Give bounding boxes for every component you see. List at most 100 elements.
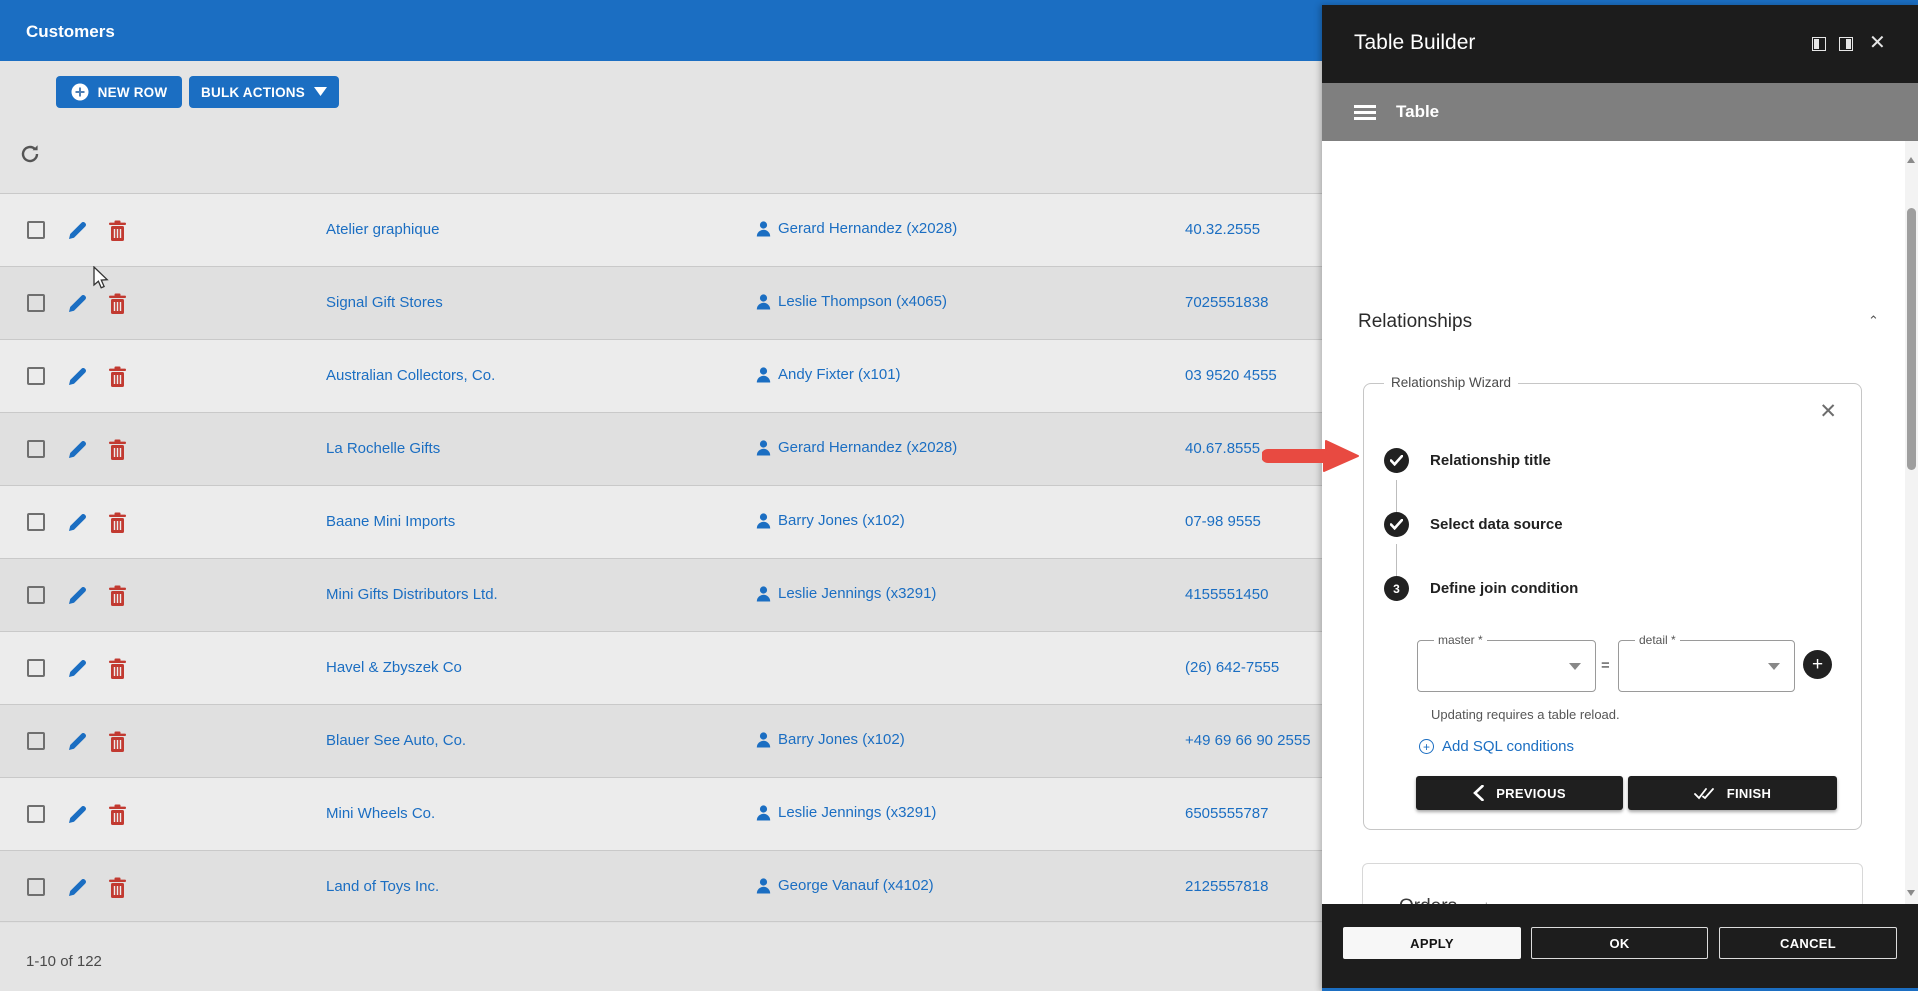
- company-link[interactable]: Blauer See Auto, Co.: [326, 732, 466, 749]
- edit-row-button[interactable]: [66, 439, 88, 461]
- row-checkbox[interactable]: [27, 878, 45, 896]
- edit-row-button[interactable]: [66, 293, 88, 315]
- plus-circle-icon: [71, 83, 89, 101]
- delete-row-button[interactable]: [106, 658, 128, 680]
- scroll-down-icon[interactable]: [1907, 890, 1915, 896]
- manager-cell[interactable]: George Vanauf (x4102): [756, 877, 934, 894]
- apply-button[interactable]: APPLY: [1343, 927, 1521, 959]
- dialog-titlebar[interactable]: Table Builder ✕: [1322, 5, 1918, 83]
- ok-button[interactable]: OK: [1531, 927, 1708, 959]
- chevron-down-icon: [1569, 663, 1581, 670]
- add-sql-conditions-link[interactable]: + Add SQL conditions: [1419, 738, 1574, 755]
- circle-plus-icon: +: [1419, 739, 1434, 754]
- wizard-step-3[interactable]: 3 Define join condition: [1384, 576, 1578, 601]
- manager-cell[interactable]: Andy Fixter (x101): [756, 366, 901, 383]
- add-join-pair-button[interactable]: +: [1803, 650, 1832, 679]
- table-section-bar[interactable]: Table: [1322, 83, 1918, 141]
- phone-link[interactable]: 6505555787: [1185, 805, 1268, 822]
- row-checkbox[interactable]: [27, 294, 45, 312]
- manager-cell[interactable]: Leslie Jennings (x3291): [756, 804, 936, 821]
- table-row: Land of Toys Inc. George Vanauf (x4102) …: [0, 850, 1322, 923]
- delete-row-button[interactable]: [106, 293, 128, 315]
- chevron-down-icon: [1768, 663, 1780, 670]
- edit-row-button[interactable]: [66, 366, 88, 388]
- company-link[interactable]: Signal Gift Stores: [326, 294, 443, 311]
- delete-row-button[interactable]: [106, 439, 128, 461]
- delete-row-button[interactable]: [106, 877, 128, 899]
- delete-row-button[interactable]: [106, 366, 128, 388]
- manager-cell[interactable]: Leslie Thompson (x4065): [756, 293, 947, 310]
- relationships-section-title: Relationships: [1358, 311, 1473, 332]
- trash-icon: [108, 658, 126, 679]
- bulk-actions-label: BULK ACTIONS: [201, 84, 305, 100]
- company-link[interactable]: Mini Wheels Co.: [326, 805, 435, 822]
- row-checkbox[interactable]: [27, 586, 45, 604]
- company-link[interactable]: Mini Gifts Distributors Ltd.: [326, 586, 498, 603]
- person-icon: [756, 220, 771, 236]
- panel-scrollbar[interactable]: [1905, 141, 1918, 904]
- row-checkbox[interactable]: [27, 440, 45, 458]
- wizard-step-1[interactable]: Relationship title: [1384, 448, 1551, 473]
- delete-row-button[interactable]: [106, 512, 128, 534]
- dock-left-icon[interactable]: [1812, 37, 1826, 51]
- detail-column-select[interactable]: detail *: [1618, 633, 1795, 692]
- previous-step-button[interactable]: PREVIOUS: [1416, 776, 1623, 810]
- dialog-footer: APPLY OK CANCEL: [1322, 904, 1918, 988]
- pencil-icon: [68, 221, 86, 239]
- row-checkbox[interactable]: [27, 659, 45, 677]
- phone-link[interactable]: 7025551838: [1185, 294, 1268, 311]
- manager-cell[interactable]: Leslie Jennings (x3291): [756, 585, 936, 602]
- company-link[interactable]: Havel & Zbyszek Co: [326, 659, 462, 676]
- wizard-close-icon[interactable]: ✕: [1819, 399, 1837, 424]
- phone-link[interactable]: +49 69 66 90 2555: [1185, 732, 1311, 749]
- company-link[interactable]: Land of Toys Inc.: [326, 878, 439, 895]
- master-column-select[interactable]: master *: [1417, 633, 1596, 692]
- row-checkbox[interactable]: [27, 221, 45, 239]
- edit-row-button[interactable]: [66, 220, 88, 242]
- scrollbar-thumb[interactable]: [1907, 208, 1916, 470]
- cancel-button[interactable]: CANCEL: [1719, 927, 1897, 959]
- table-row: Baane Mini Imports Barry Jones (x102) 07…: [0, 485, 1322, 558]
- row-checkbox[interactable]: [27, 367, 45, 385]
- delete-row-button[interactable]: [106, 585, 128, 607]
- manager-cell[interactable]: Barry Jones (x102): [756, 731, 905, 748]
- company-link[interactable]: Atelier graphique: [326, 221, 439, 238]
- dock-right-icon[interactable]: [1839, 37, 1853, 51]
- phone-link[interactable]: 40.32.2555: [1185, 221, 1260, 238]
- edit-row-button[interactable]: [66, 731, 88, 753]
- edit-row-button[interactable]: [66, 877, 88, 899]
- phone-link[interactable]: (26) 642-7555: [1185, 659, 1279, 676]
- company-link[interactable]: Baane Mini Imports: [326, 513, 455, 530]
- delete-row-button[interactable]: [106, 220, 128, 242]
- phone-link[interactable]: 40.67.8555: [1185, 440, 1260, 457]
- close-dialog-icon[interactable]: ✕: [1869, 33, 1886, 53]
- trash-icon: [108, 585, 126, 606]
- manager-cell[interactable]: Gerard Hernandez (x2028): [756, 220, 957, 237]
- bulk-actions-button[interactable]: BULK ACTIONS: [189, 76, 339, 108]
- row-checkbox[interactable]: [27, 805, 45, 823]
- scroll-up-icon[interactable]: [1907, 157, 1915, 163]
- collapse-relationships-icon[interactable]: ⌃: [1868, 313, 1879, 329]
- row-checkbox[interactable]: [27, 732, 45, 750]
- table-row: Australian Collectors, Co. Andy Fixter (…: [0, 339, 1322, 412]
- company-link[interactable]: La Rochelle Gifts: [326, 440, 440, 457]
- new-row-button[interactable]: NEW ROW: [56, 76, 182, 108]
- edit-row-button[interactable]: [66, 585, 88, 607]
- row-checkbox[interactable]: [27, 513, 45, 531]
- wizard-step-2[interactable]: Select data source: [1384, 512, 1563, 537]
- edit-row-button[interactable]: [66, 658, 88, 680]
- delete-row-button[interactable]: [106, 731, 128, 753]
- edit-row-button[interactable]: [66, 512, 88, 534]
- company-link[interactable]: Australian Collectors, Co.: [326, 367, 495, 384]
- trash-icon: [108, 366, 126, 387]
- phone-link[interactable]: 03 9520 4555: [1185, 367, 1277, 384]
- delete-row-button[interactable]: [106, 804, 128, 826]
- phone-link[interactable]: 2125557818: [1185, 878, 1268, 895]
- manager-cell[interactable]: Barry Jones (x102): [756, 512, 905, 529]
- manager-cell[interactable]: Gerard Hernandez (x2028): [756, 439, 957, 456]
- finish-button[interactable]: FINISH: [1628, 776, 1837, 810]
- edit-row-button[interactable]: [66, 804, 88, 826]
- phone-link[interactable]: 07-98 9555: [1185, 513, 1261, 530]
- phone-link[interactable]: 4155551450: [1185, 586, 1268, 603]
- trash-icon: [108, 439, 126, 460]
